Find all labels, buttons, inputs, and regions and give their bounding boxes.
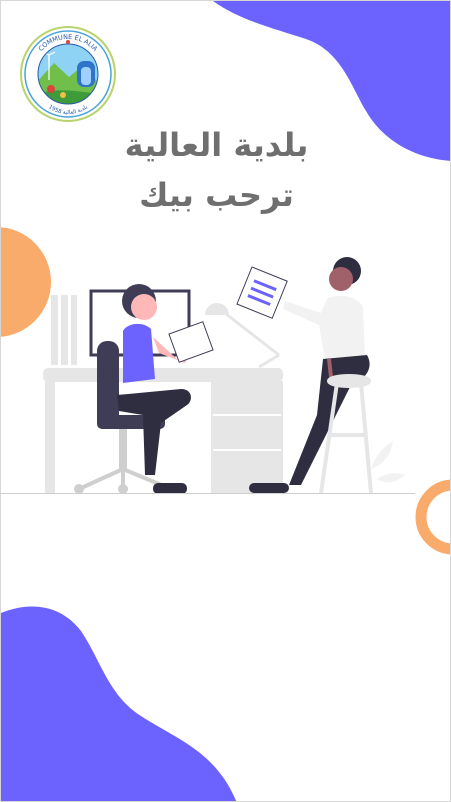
blob-shape <box>1 606 237 801</box>
office-collaboration-illustration <box>43 257 405 494</box>
desk-illustration <box>43 368 283 493</box>
page-subtitle: ترحب بيك <box>139 176 294 214</box>
decorative-blob-bottom-left <box>1 606 237 801</box>
splash-screen: COMMUNE EL ALIA بلدية العالية 1958 بلدية… <box>0 0 451 802</box>
plant-illustration <box>371 441 405 483</box>
divider-line <box>1 493 415 494</box>
shelf-illustration <box>51 295 77 365</box>
document-illustration <box>236 266 288 319</box>
page-title: بلدية العالية <box>124 126 309 164</box>
commune-logo: COMMUNE EL ALIA بلدية العالية 1958 <box>20 26 116 122</box>
